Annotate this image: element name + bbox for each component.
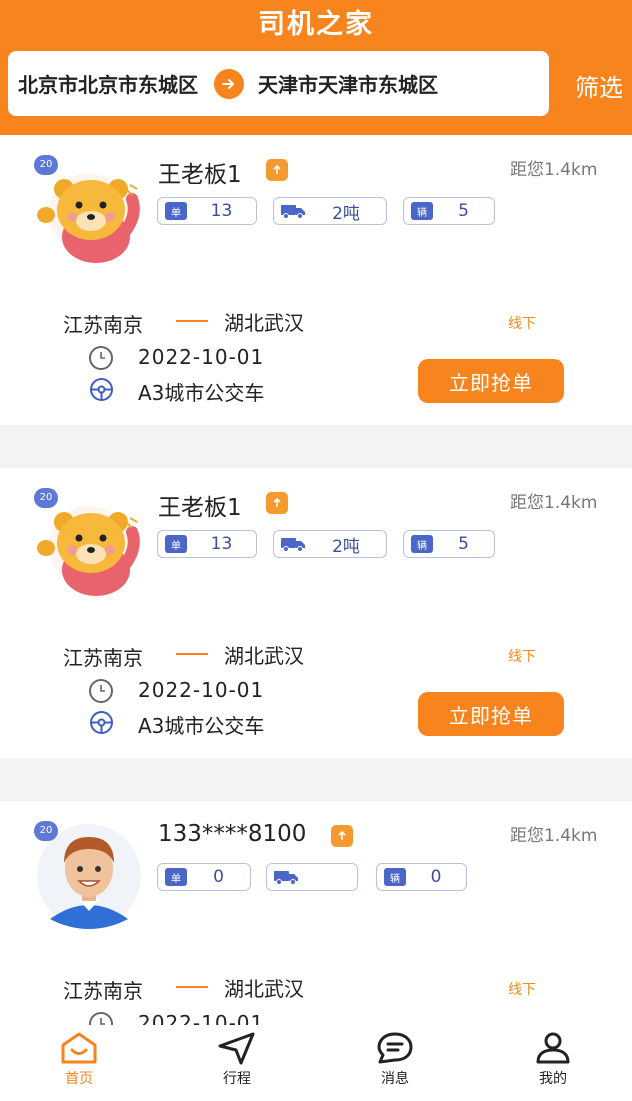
avatar[interactable]: 20 bbox=[34, 821, 144, 931]
tab-trips[interactable]: 行程 bbox=[158, 1025, 316, 1101]
tonnage-stat bbox=[266, 863, 358, 891]
vehicle-count-stat: 辆 5 bbox=[403, 197, 495, 225]
filter-button[interactable]: 筛选 bbox=[575, 68, 623, 103]
clock-icon bbox=[89, 346, 113, 370]
vehicle-count: 5 bbox=[458, 201, 469, 221]
tonnage-value: 2吨 bbox=[332, 203, 360, 224]
steering-wheel-icon bbox=[90, 711, 113, 734]
avatar[interactable]: 20 bbox=[34, 488, 144, 598]
order-count: 13 bbox=[210, 201, 233, 221]
distance-label: 距您1.4km bbox=[510, 160, 598, 180]
user-name: 王老板1 bbox=[158, 162, 242, 188]
destination-label: 湖北武汉 bbox=[224, 644, 304, 668]
destination-label: 湖北武汉 bbox=[224, 311, 304, 335]
order-card[interactable]: 20 王老板1 距您1.4km 单 13 2吨 辆 5 江苏南京 湖北武汉 线下 bbox=[0, 468, 632, 758]
page-title: 司机之家 bbox=[258, 9, 374, 40]
route-selector[interactable]: 北京市北京市东城区 天津市天津市东城区 bbox=[8, 51, 549, 116]
origin-label: 江苏南京 bbox=[63, 979, 143, 1003]
tonnage-stat: 2吨 bbox=[273, 530, 387, 558]
order-card[interactable]: 20 王老板1 距您1.4km 单 13 2吨 辆 5 江苏南京 湖北武汉 线下 bbox=[0, 135, 632, 425]
steering-wheel-icon bbox=[90, 378, 113, 401]
order-icon: 单 bbox=[165, 202, 187, 220]
order-icon: 单 bbox=[165, 868, 187, 886]
truck-icon bbox=[281, 205, 305, 219]
trade-mode-label: 线下 bbox=[508, 649, 536, 665]
vehicle-icon: 辆 bbox=[411, 202, 433, 220]
verified-badge-icon bbox=[266, 159, 288, 181]
distance-label: 距您1.4km bbox=[510, 493, 598, 513]
trade-mode-label: 线下 bbox=[508, 982, 536, 998]
distance-label: 距您1.4km bbox=[510, 826, 598, 846]
date-label: 2022-10-01 bbox=[138, 345, 265, 369]
message-icon bbox=[377, 1032, 413, 1064]
grab-order-button[interactable]: 立即抢单 bbox=[418, 359, 564, 403]
tab-label: 首页 bbox=[65, 1071, 93, 1087]
trade-mode-label: 线下 bbox=[508, 316, 536, 332]
order-icon: 单 bbox=[165, 535, 187, 553]
arrow-right-icon bbox=[214, 68, 244, 99]
grab-order-button[interactable]: 立即抢单 bbox=[418, 692, 564, 736]
user-name: 133****8100 bbox=[158, 821, 307, 847]
truck-icon bbox=[274, 871, 298, 885]
order-count: 13 bbox=[210, 534, 233, 554]
avatar[interactable]: 20 bbox=[34, 155, 144, 265]
tab-home[interactable]: 首页 bbox=[0, 1025, 158, 1101]
route-arrow-icon bbox=[176, 986, 208, 988]
tonnage-stat: 2吨 bbox=[273, 197, 387, 225]
level-badge: 20 bbox=[34, 155, 58, 175]
destination-label: 湖北武汉 bbox=[224, 977, 304, 1001]
from-city[interactable]: 北京市北京市东城区 bbox=[18, 69, 198, 98]
tab-label: 我的 bbox=[539, 1071, 567, 1087]
tab-messages[interactable]: 消息 bbox=[316, 1025, 474, 1101]
order-count-stat: 单 0 bbox=[157, 863, 251, 891]
clock-icon bbox=[89, 679, 113, 703]
level-badge: 20 bbox=[34, 821, 58, 841]
user-name: 王老板1 bbox=[158, 495, 242, 521]
profile-icon bbox=[536, 1032, 570, 1064]
vehicle-count: 0 bbox=[430, 867, 442, 887]
date-label: 2022-10-01 bbox=[138, 678, 265, 702]
order-count-stat: 单 13 bbox=[157, 530, 257, 558]
order-count: 0 bbox=[213, 867, 224, 887]
navigation-icon bbox=[218, 1032, 255, 1065]
route-arrow-icon bbox=[176, 320, 208, 322]
origin-label: 江苏南京 bbox=[63, 313, 143, 337]
to-city[interactable]: 天津市天津市东城区 bbox=[258, 69, 438, 98]
bottom-tabbar: 首页 行程 消息 我的 bbox=[0, 1025, 632, 1101]
vehicle-count: 5 bbox=[458, 534, 469, 554]
tab-profile[interactable]: 我的 bbox=[474, 1025, 632, 1101]
home-icon bbox=[61, 1032, 97, 1064]
tab-label: 行程 bbox=[223, 1071, 251, 1087]
origin-label: 江苏南京 bbox=[63, 646, 143, 670]
vehicle-type-label: A3城市公交车 bbox=[138, 381, 265, 405]
verified-badge-icon bbox=[331, 825, 353, 847]
tab-label: 消息 bbox=[381, 1071, 409, 1087]
vehicle-count-stat: 辆 5 bbox=[403, 530, 495, 558]
vehicle-icon: 辆 bbox=[384, 868, 406, 886]
tonnage-value: 2吨 bbox=[332, 536, 360, 557]
vehicle-type-label: A3城市公交车 bbox=[138, 714, 265, 738]
vehicle-icon: 辆 bbox=[411, 535, 433, 553]
truck-icon bbox=[281, 538, 305, 552]
level-badge: 20 bbox=[34, 488, 58, 508]
route-arrow-icon bbox=[176, 653, 208, 655]
verified-badge-icon bbox=[266, 492, 288, 514]
vehicle-count-stat: 辆 0 bbox=[376, 863, 467, 891]
order-count-stat: 单 13 bbox=[157, 197, 257, 225]
